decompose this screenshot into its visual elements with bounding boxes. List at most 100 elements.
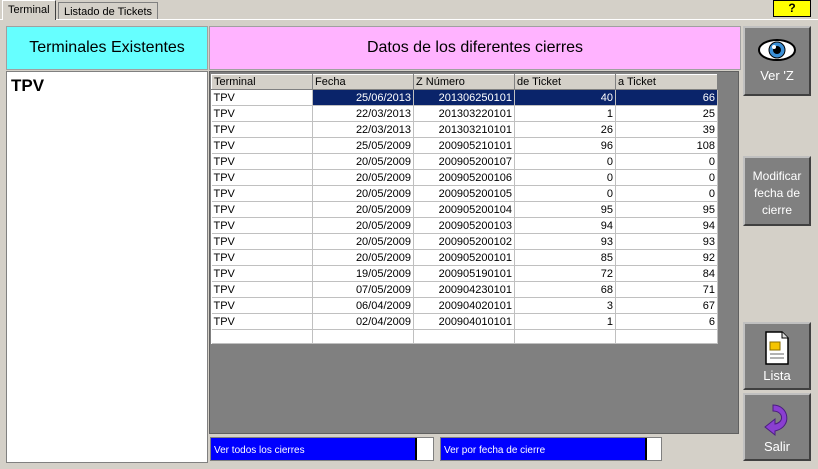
table-cell: 201303210101 (413, 121, 515, 138)
help-button[interactable]: ? (773, 0, 811, 17)
table-cell: 6 (615, 313, 718, 330)
table-cell-empty (312, 329, 414, 344)
table-cell: 22/03/2013 (312, 105, 414, 122)
table-row[interactable]: TPV 02/04/2009 200904010101 1 6 (211, 313, 718, 330)
table-cell: 93 (514, 233, 616, 250)
table-cell: 39 (615, 121, 718, 138)
table-cell-empty (615, 329, 718, 344)
closures-grid-panel: Terminal Fecha Z Número de Ticket a Tick… (209, 71, 739, 434)
table-cell: 19/05/2009 (312, 265, 414, 282)
table-cell: 40 (514, 89, 616, 106)
table-cell: 68 (514, 281, 616, 298)
column-header-de-ticket[interactable]: de Ticket (514, 74, 616, 90)
table-cell: 108 (615, 137, 718, 154)
table-row[interactable]: TPV 06/04/2009 200904020101 3 67 (211, 297, 718, 314)
table-cell: 0 (615, 153, 718, 170)
table-row[interactable]: TPV 25/06/2013 201306250101 40 66 (211, 89, 718, 106)
table-cell: TPV (211, 169, 313, 186)
table-cell-empty (413, 329, 515, 344)
view-by-date-bar[interactable]: Ver por fecha de cierre (440, 437, 662, 461)
table-cell: 0 (615, 169, 718, 186)
table-cell: 92 (615, 249, 718, 266)
view-all-closures-label: Ver todos los cierres (211, 438, 417, 460)
table-cell: 72 (514, 265, 616, 282)
table-cell: 200905190101 (413, 265, 515, 282)
table-cell: 200905200101 (413, 249, 515, 266)
table-cell: 25/06/2013 (312, 89, 414, 106)
table-cell: TPV (211, 233, 313, 250)
table-row[interactable]: TPV 07/05/2009 200904230101 68 71 (211, 281, 718, 298)
table-row[interactable]: TPV 20/05/2009 200905200102 93 93 (211, 233, 718, 250)
table-cell: 201306250101 (413, 89, 515, 106)
table-cell: TPV (211, 89, 313, 106)
table-row[interactable]: TPV 20/05/2009 200905200104 95 95 (211, 201, 718, 218)
table-cell: 26 (514, 121, 616, 138)
table-cell: TPV (211, 249, 313, 266)
table-cell: 200905210101 (413, 137, 515, 154)
table-row[interactable]: TPV 20/05/2009 200905200105 0 0 (211, 185, 718, 202)
table-cell: 20/05/2009 (312, 169, 414, 186)
table-cell: 20/05/2009 (312, 249, 414, 266)
modify-date-label-3: cierre (761, 203, 792, 217)
closures-table-body: TPV 25/06/2013 201306250101 40 66 TPV 22/03/20… (211, 89, 718, 344)
closures-header: Datos de los diferentes cierres (209, 26, 741, 70)
table-cell: 06/04/2009 (312, 297, 414, 314)
column-header-z-numero[interactable]: Z Número (413, 74, 515, 90)
table-cell: 200904020101 (413, 297, 515, 314)
table-cell: 200905200107 (413, 153, 515, 170)
exit-button[interactable]: Salir (743, 393, 811, 461)
column-header-terminal[interactable]: Terminal (211, 74, 313, 90)
table-cell: 200905200103 (413, 217, 515, 234)
table-row[interactable]: TPV 25/05/2009 200905210101 96 108 (211, 137, 718, 154)
curved-arrow-icon (764, 404, 788, 437)
list-button[interactable]: Lista (743, 322, 811, 390)
table-row[interactable]: TPV 20/05/2009 200905200101 85 92 (211, 249, 718, 266)
column-header-a-ticket[interactable]: a Ticket (615, 74, 718, 90)
table-cell: TPV (211, 281, 313, 298)
table-cell: 200905200104 (413, 201, 515, 218)
table-cell: 0 (514, 153, 616, 170)
table-cell: 95 (615, 201, 718, 218)
table-cell: 02/04/2009 (312, 313, 414, 330)
table-cell: TPV (211, 201, 313, 218)
table-cell: 07/05/2009 (312, 281, 414, 298)
table-cell: 22/03/2013 (312, 121, 414, 138)
table-cell: 0 (514, 169, 616, 186)
table-row[interactable]: TPV 20/05/2009 200905200106 0 0 (211, 169, 718, 186)
list-label: Lista (763, 368, 791, 383)
column-header-fecha[interactable]: Fecha (312, 74, 414, 90)
modify-date-button[interactable]: Modificar fecha de cierre (743, 156, 811, 226)
exit-label: Salir (763, 439, 790, 454)
terminal-item[interactable]: TPV (7, 72, 207, 100)
modify-date-label-2: fecha de (753, 186, 801, 200)
tab-listado-tickets[interactable]: Listado de Tickets (58, 2, 159, 20)
tab-bar: Terminal Listado de Tickets (0, 0, 818, 20)
table-row[interactable]: TPV 19/05/2009 200905190101 72 84 (211, 265, 718, 282)
table-cell: 201303220101 (413, 105, 515, 122)
view-by-date-label: Ver por fecha de cierre (441, 438, 647, 460)
table-cell: 20/05/2009 (312, 233, 414, 250)
closures-table: Terminal Fecha Z Número de Ticket a Tick… (211, 74, 718, 344)
table-cell: 25/05/2009 (312, 137, 414, 154)
table-cell: 1 (514, 313, 616, 330)
terminal-list[interactable]: TPV (6, 71, 208, 463)
table-cell: 20/05/2009 (312, 201, 414, 218)
document-icon (765, 331, 789, 365)
table-row[interactable]: TPV 22/03/2013 201303220101 1 25 (211, 105, 718, 122)
tab-terminal[interactable]: Terminal (2, 0, 56, 20)
table-row[interactable]: TPV 22/03/2013 201303210101 26 39 (211, 121, 718, 138)
table-cell: 71 (615, 281, 718, 298)
table-row[interactable]: TPV 20/05/2009 200905200103 94 94 (211, 217, 718, 234)
table-cell: TPV (211, 185, 313, 202)
table-cell: 200904010101 (413, 313, 515, 330)
view-all-closures-bar[interactable]: Ver todos los cierres (210, 437, 434, 461)
table-cell: 67 (615, 297, 718, 314)
table-cell: 200905200105 (413, 185, 515, 202)
table-row[interactable]: TPV 20/05/2009 200905200107 0 0 (211, 153, 718, 170)
table-cell: TPV (211, 265, 313, 282)
ver-z-button[interactable]: Ver 'Z (743, 26, 811, 96)
table-cell: 0 (514, 185, 616, 202)
eye-icon (758, 39, 796, 61)
table-cell: TPV (211, 105, 313, 122)
table-cell-empty (211, 329, 313, 344)
